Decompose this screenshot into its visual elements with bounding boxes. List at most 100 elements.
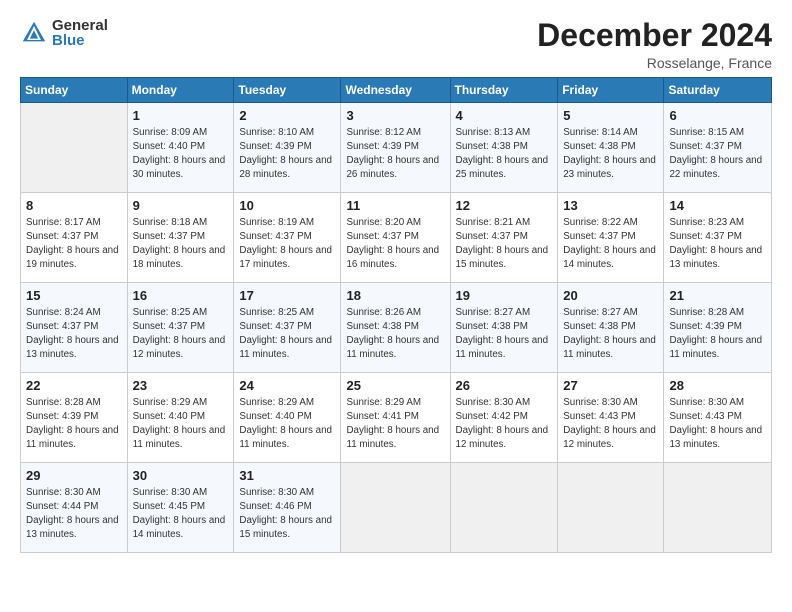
logo-general-text: General xyxy=(52,18,108,33)
day-info: Sunrise: 8:22 AMSunset: 4:37 PMDaylight:… xyxy=(563,217,656,270)
day-info: Sunrise: 8:27 AMSunset: 4:38 PMDaylight:… xyxy=(456,307,549,360)
day-info: Sunrise: 8:12 AMSunset: 4:39 PMDaylight:… xyxy=(346,127,439,180)
day-info: Sunrise: 8:15 AMSunset: 4:37 PMDaylight:… xyxy=(669,127,762,180)
calendar-header-row: SundayMondayTuesdayWednesdayThursdayFrid… xyxy=(21,78,772,103)
day-number: 27 xyxy=(563,377,658,395)
day-number: 8 xyxy=(26,197,122,215)
day-info: Sunrise: 8:30 AMSunset: 4:43 PMDaylight:… xyxy=(669,397,762,450)
day-number: 13 xyxy=(563,197,658,215)
day-cell-30: 30Sunrise: 8:30 AMSunset: 4:45 PMDayligh… xyxy=(127,463,234,553)
day-number: 31 xyxy=(239,467,335,485)
day-cell-8: 8 Sunrise: 8:17 AMSunset: 4:37 PMDaylight… xyxy=(21,193,128,283)
calendar-week-0: 1Sunrise: 8:09 AMSunset: 4:40 PMDaylight… xyxy=(21,103,772,193)
header-friday: Friday xyxy=(558,78,664,103)
calendar-week-3: 22 Sunrise: 8:28 AMSunset: 4:39 PMDayligh… xyxy=(21,373,772,463)
day-cell-23: 23 Sunrise: 8:29 AMSunset: 4:40 PMDayligh… xyxy=(127,373,234,463)
header-sunday: Sunday xyxy=(21,78,128,103)
day-cell-11: 11 Sunrise: 8:20 AMSunset: 4:37 PMDayligh… xyxy=(341,193,450,283)
day-info: Sunrise: 8:25 AMSunset: 4:37 PMDaylight:… xyxy=(239,307,332,360)
day-number: 16 xyxy=(133,287,229,305)
day-info: Sunrise: 8:30 AMSunset: 4:45 PMDaylight:… xyxy=(133,487,226,540)
day-info: Sunrise: 8:18 AMSunset: 4:37 PMDaylight:… xyxy=(133,217,226,270)
day-info: Sunrise: 8:17 AMSunset: 4:37 PMDaylight:… xyxy=(26,217,119,270)
day-number: 28 xyxy=(669,377,766,395)
day-cell-21: 21 Sunrise: 8:28 AMSunset: 4:39 PMDayligh… xyxy=(664,283,772,373)
day-cell-15: 15Sunrise: 8:24 AMSunset: 4:37 PMDayligh… xyxy=(21,283,128,373)
header-tuesday: Tuesday xyxy=(234,78,341,103)
day-number: 5 xyxy=(563,107,658,125)
day-info: Sunrise: 8:28 AMSunset: 4:39 PMDaylight:… xyxy=(26,397,119,450)
day-number: 20 xyxy=(563,287,658,305)
day-number: 10 xyxy=(239,197,335,215)
day-number: 25 xyxy=(346,377,444,395)
day-cell-24: 24 Sunrise: 8:29 AMSunset: 4:40 PMDayligh… xyxy=(234,373,341,463)
day-cell-1: 1Sunrise: 8:09 AMSunset: 4:40 PMDaylight… xyxy=(127,103,234,193)
logo-text: General Blue xyxy=(52,18,108,48)
day-cell-18: 18 Sunrise: 8:26 AMSunset: 4:38 PMDayligh… xyxy=(341,283,450,373)
month-title: December 2024 xyxy=(537,18,772,53)
day-number: 17 xyxy=(239,287,335,305)
day-number: 14 xyxy=(669,197,766,215)
day-cell-5: 5 Sunrise: 8:14 AMSunset: 4:38 PMDaylight… xyxy=(558,103,664,193)
day-info: Sunrise: 8:29 AMSunset: 4:40 PMDaylight:… xyxy=(239,397,332,450)
header: General Blue December 2024 Rosselange, F… xyxy=(20,18,772,71)
day-number: 9 xyxy=(133,197,229,215)
day-number: 21 xyxy=(669,287,766,305)
empty-cell xyxy=(21,103,128,193)
title-block: December 2024 Rosselange, France xyxy=(537,18,772,71)
day-number: 23 xyxy=(133,377,229,395)
day-number: 11 xyxy=(346,197,444,215)
empty-cell xyxy=(558,463,664,553)
day-info: Sunrise: 8:28 AMSunset: 4:39 PMDaylight:… xyxy=(669,307,762,360)
empty-cell xyxy=(341,463,450,553)
day-info: Sunrise: 8:26 AMSunset: 4:38 PMDaylight:… xyxy=(346,307,439,360)
day-cell-26: 26 Sunrise: 8:30 AMSunset: 4:42 PMDayligh… xyxy=(450,373,558,463)
day-number: 22 xyxy=(26,377,122,395)
day-info: Sunrise: 8:29 AMSunset: 4:41 PMDaylight:… xyxy=(346,397,439,450)
day-number: 3 xyxy=(346,107,444,125)
day-info: Sunrise: 8:20 AMSunset: 4:37 PMDaylight:… xyxy=(346,217,439,270)
day-info: Sunrise: 8:10 AMSunset: 4:39 PMDaylight:… xyxy=(239,127,332,180)
calendar-table: SundayMondayTuesdayWednesdayThursdayFrid… xyxy=(20,77,772,553)
day-number: 6 xyxy=(669,107,766,125)
header-thursday: Thursday xyxy=(450,78,558,103)
empty-cell xyxy=(664,463,772,553)
day-cell-27: 27 Sunrise: 8:30 AMSunset: 4:43 PMDayligh… xyxy=(558,373,664,463)
day-cell-2: 2Sunrise: 8:10 AMSunset: 4:39 PMDaylight… xyxy=(234,103,341,193)
day-cell-9: 9 Sunrise: 8:18 AMSunset: 4:37 PMDaylight… xyxy=(127,193,234,283)
logo-blue-text: Blue xyxy=(52,33,108,48)
day-info: Sunrise: 8:19 AMSunset: 4:37 PMDaylight:… xyxy=(239,217,332,270)
day-cell-4: 4Sunrise: 8:13 AMSunset: 4:38 PMDaylight… xyxy=(450,103,558,193)
day-cell-13: 13 Sunrise: 8:22 AMSunset: 4:37 PMDayligh… xyxy=(558,193,664,283)
day-cell-3: 3 Sunrise: 8:12 AMSunset: 4:39 PMDaylight… xyxy=(341,103,450,193)
day-info: Sunrise: 8:23 AMSunset: 4:37 PMDaylight:… xyxy=(669,217,762,270)
day-cell-22: 22 Sunrise: 8:28 AMSunset: 4:39 PMDayligh… xyxy=(21,373,128,463)
day-number: 12 xyxy=(456,197,553,215)
header-saturday: Saturday xyxy=(664,78,772,103)
day-number: 19 xyxy=(456,287,553,305)
calendar-week-4: 29Sunrise: 8:30 AMSunset: 4:44 PMDayligh… xyxy=(21,463,772,553)
day-cell-20: 20Sunrise: 8:27 AMSunset: 4:38 PMDayligh… xyxy=(558,283,664,373)
header-wednesday: Wednesday xyxy=(341,78,450,103)
day-info: Sunrise: 8:24 AMSunset: 4:37 PMDaylight:… xyxy=(26,307,119,360)
day-cell-10: 10 Sunrise: 8:19 AMSunset: 4:37 PMDayligh… xyxy=(234,193,341,283)
day-info: Sunrise: 8:30 AMSunset: 4:43 PMDaylight:… xyxy=(563,397,656,450)
day-info: Sunrise: 8:25 AMSunset: 4:37 PMDaylight:… xyxy=(133,307,226,360)
day-cell-29: 29Sunrise: 8:30 AMSunset: 4:44 PMDayligh… xyxy=(21,463,128,553)
day-info: Sunrise: 8:09 AMSunset: 4:40 PMDaylight:… xyxy=(133,127,226,180)
day-number: 29 xyxy=(26,467,122,485)
day-number: 18 xyxy=(346,287,444,305)
day-info: Sunrise: 8:30 AMSunset: 4:46 PMDaylight:… xyxy=(239,487,332,540)
empty-cell xyxy=(450,463,558,553)
logo-icon xyxy=(20,19,48,47)
calendar-week-2: 15Sunrise: 8:24 AMSunset: 4:37 PMDayligh… xyxy=(21,283,772,373)
day-cell-14: 14 Sunrise: 8:23 AMSunset: 4:37 PMDayligh… xyxy=(664,193,772,283)
day-number: 26 xyxy=(456,377,553,395)
day-number: 4 xyxy=(456,107,553,125)
day-info: Sunrise: 8:14 AMSunset: 4:38 PMDaylight:… xyxy=(563,127,656,180)
location: Rosselange, France xyxy=(537,55,772,71)
day-info: Sunrise: 8:30 AMSunset: 4:42 PMDaylight:… xyxy=(456,397,549,450)
day-number: 24 xyxy=(239,377,335,395)
page: General Blue December 2024 Rosselange, F… xyxy=(0,0,792,612)
day-info: Sunrise: 8:29 AMSunset: 4:40 PMDaylight:… xyxy=(133,397,226,450)
